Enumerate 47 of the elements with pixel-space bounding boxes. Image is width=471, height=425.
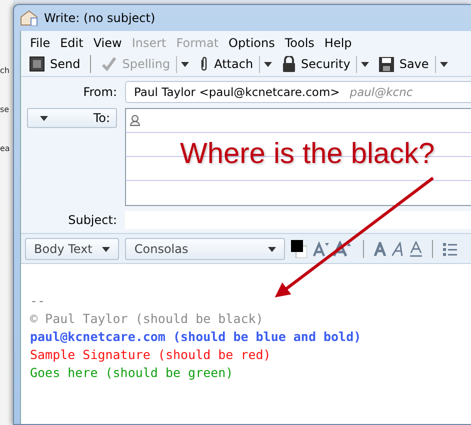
- padlock-icon: [282, 56, 296, 72]
- menu-item[interactable]: File: [25, 36, 56, 50]
- message-body[interactable]: -- © Paul Taylor (should be black) paul@kcnetcare.com (should be blue and bold) Sample Signature (should be red) Goes here (should be green): [21, 264, 471, 424]
- paragraph-style-dropdown[interactable]: Body Text: [25, 238, 120, 260]
- toolbar-button[interactable]: Save: [375, 54, 433, 74]
- caret-icon: [40, 116, 48, 120]
- menu-item[interactable]: Help: [319, 36, 357, 50]
- background-text: ch: [0, 66, 10, 75]
- subject-field[interactable]: [125, 211, 471, 229]
- window-title: Write: (no subject): [44, 11, 156, 25]
- text-color-icon[interactable]: [291, 240, 308, 258]
- caret-icon: [102, 246, 110, 252]
- send-icon: [29, 56, 45, 72]
- underline-icon[interactable]: [410, 241, 422, 257]
- toolbar-button[interactable]: Security: [278, 54, 354, 74]
- signature-line: paul@kcnetcare.com (should be blue and bold): [30, 328, 362, 346]
- bold-icon[interactable]: [374, 242, 386, 256]
- menu-item[interactable]: Tools: [280, 36, 320, 50]
- caret-icon: [361, 62, 370, 66]
- background-text: ea: [0, 144, 10, 153]
- toolbar-button[interactable]: Send: [25, 54, 84, 74]
- italic-icon[interactable]: [392, 242, 404, 256]
- bullet-list-icon[interactable]: [443, 242, 458, 256]
- menu-item[interactable]: Options: [224, 36, 280, 50]
- checkmark-icon: [101, 56, 118, 72]
- caret-icon: [268, 246, 276, 252]
- from-field[interactable]: Paul Taylor <paul@kcnetcare.com> paul@kcnc: [125, 81, 471, 103]
- caret-icon: [264, 62, 272, 66]
- toolbar-button[interactable]: Attach: [195, 54, 258, 74]
- field-label: Subject:: [67, 213, 118, 227]
- font-size-icon[interactable]: [313, 241, 354, 257]
- background-text: se: [0, 105, 10, 114]
- font-dropdown[interactable]: Consolas: [125, 238, 286, 260]
- signature-line: © Paul Taylor (should be black): [30, 310, 264, 328]
- signature-line: --: [30, 292, 46, 310]
- address-list[interactable]: [125, 108, 471, 206]
- signature-line: Goes here (should be green): [30, 364, 234, 382]
- signature-line: Sample Signature (should be red): [30, 346, 271, 364]
- caret-icon: [181, 62, 190, 66]
- caret-icon: [440, 62, 448, 66]
- annotation-text: Where is the black?: [180, 138, 435, 171]
- recipient-type-button[interactable]: To:: [27, 108, 117, 128]
- contact-icon: [130, 115, 140, 126]
- paperclip-icon: [199, 56, 210, 72]
- field-label: From:: [82, 85, 118, 99]
- menu-item[interactable]: Edit: [55, 36, 88, 50]
- menu-item[interactable]: View: [88, 36, 127, 50]
